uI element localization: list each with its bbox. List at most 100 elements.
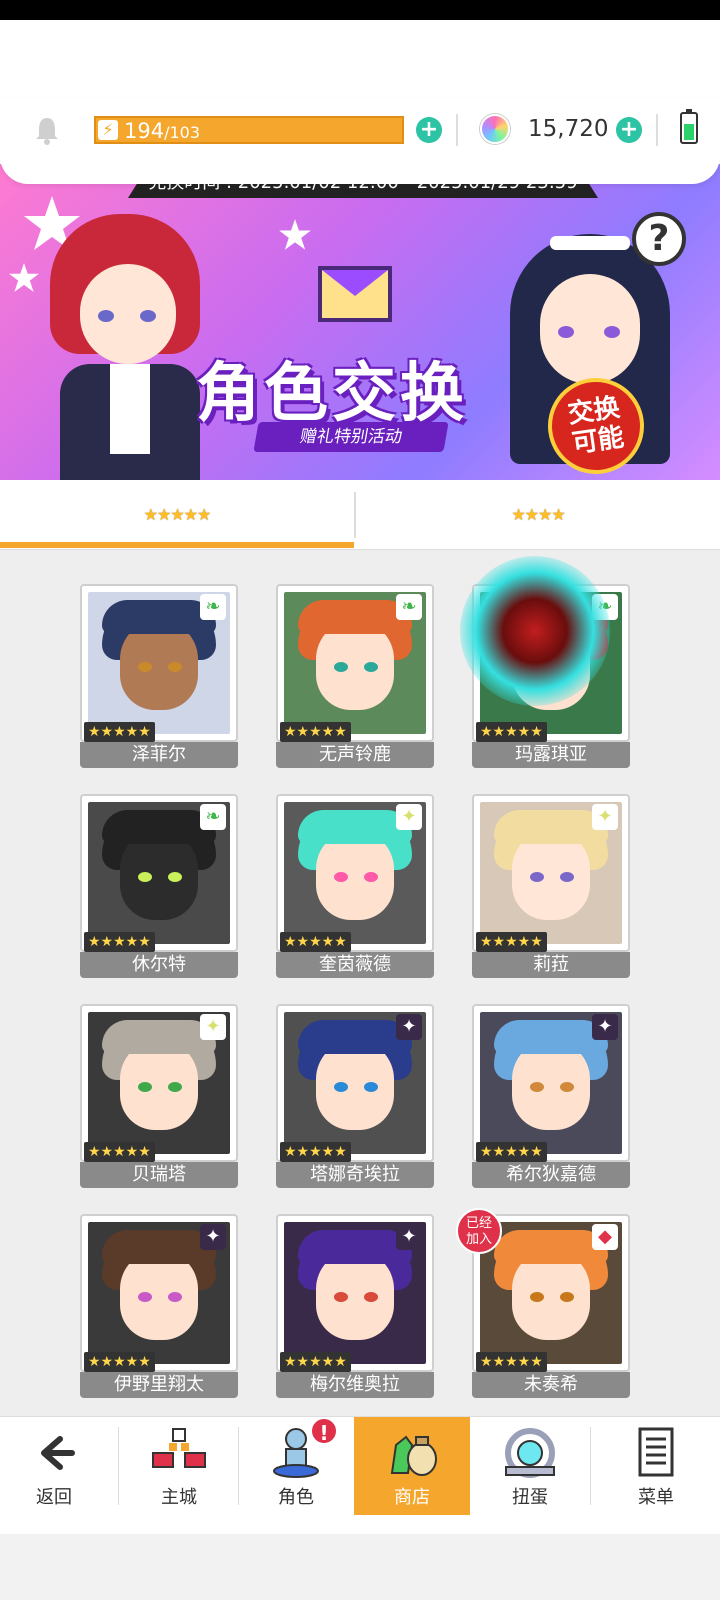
star-rating: ★★★★★ <box>84 932 155 952</box>
divider <box>456 114 458 146</box>
character-card[interactable]: ✦ ★★★★★ 莉菈 <box>472 794 630 978</box>
star-rating: ★★★★★ <box>84 722 155 742</box>
nav-label: 返回 <box>36 1487 72 1508</box>
star-rating: ★★★★★ <box>476 1142 547 1162</box>
nav-gacha[interactable]: 扭蛋 <box>472 1417 588 1515</box>
system-bar <box>0 1534 720 1600</box>
bottom-navigation: 返回 主城 ! 角色 商店 扭蛋 菜单 <box>0 1416 720 1534</box>
tab-5-star[interactable]: ★★★★★ <box>0 480 354 550</box>
envelope-icon <box>318 266 392 322</box>
gacha-icon <box>505 1428 555 1478</box>
divider <box>590 1427 591 1505</box>
character-name: 伊野里翔太 <box>80 1372 238 1398</box>
divider <box>238 1427 239 1505</box>
gem-icon <box>480 114 510 144</box>
rarity-icon: ❧ <box>396 594 422 620</box>
star-rating: ★★★★★ <box>280 722 351 742</box>
currency-amount: 15,720 <box>528 116 609 142</box>
app-screen: ⚡ 194/103 + 15,720 + ? 角色交换 赠礼特别活动 交换 可能… <box>0 20 720 1600</box>
energy-bar: ⚡ 194/103 <box>94 116 404 144</box>
rarity-icon: ✦ <box>396 1224 422 1250</box>
star-rating: ★★★★★ <box>84 1352 155 1372</box>
tab-4-star[interactable]: ★★★★ <box>356 480 720 550</box>
character-card[interactable]: ❧ ★★★★★ 泽菲尔 <box>80 584 238 768</box>
character-card[interactable]: ✦ ★★★★★ 贝瑞塔 <box>80 1004 238 1188</box>
character-name: 莉菈 <box>472 952 630 978</box>
character-name: 未奏希 <box>472 1372 630 1398</box>
star-rating: ★★★★★ <box>280 1352 351 1372</box>
rarity-icon: ✦ <box>200 1224 226 1250</box>
bell-icon[interactable] <box>34 116 60 146</box>
character-grid: ❧★★★★★泽菲尔❧★★★★★无声铃鹿❧★★★★★玛露琪亚❧★★★★★休尔特✦★… <box>0 550 720 1440</box>
help-button[interactable]: ? <box>632 212 686 266</box>
character-card[interactable]: ❧ ★★★★★ 无声铃鹿 <box>276 584 434 768</box>
rarity-icon: ❧ <box>200 804 226 830</box>
rarity-icon: ◆ <box>592 1224 618 1250</box>
rarity-icon: ✦ <box>200 1014 226 1040</box>
shop-icon <box>390 1435 437 1476</box>
star-rating: ★★★★★ <box>280 1142 351 1162</box>
rarity-icon: ✦ <box>396 1014 422 1040</box>
tab-selected-indicator <box>0 542 354 548</box>
character-name: 贝瑞塔 <box>80 1162 238 1188</box>
town-icon <box>152 1428 206 1468</box>
joined-badge: 已经 加入 <box>456 1208 502 1254</box>
resource-bar: ⚡ 194/103 + 15,720 + <box>0 98 720 184</box>
character-name: 希尔狄嘉德 <box>472 1162 630 1188</box>
banner-title: 角色交换 <box>196 357 468 431</box>
rarity-icon: ✦ <box>396 804 422 830</box>
banner-subtitle: 赠礼特别活动 <box>253 422 449 452</box>
star-rating: ★★★★★ <box>280 932 351 952</box>
nav-label: 商店 <box>394 1487 430 1508</box>
character-name: 玛露琪亚 <box>472 742 630 768</box>
tab-label: ★★★★★ <box>143 505 212 524</box>
character-card[interactable]: ✦ ★★★★★ 奎茵薇德 <box>276 794 434 978</box>
character-card[interactable]: ✦ ★★★★★ 伊野里翔太 <box>80 1214 238 1398</box>
lightning-icon: ⚡ <box>98 120 118 140</box>
character-card[interactable]: ❧ ★★★★★ 休尔特 <box>80 794 238 978</box>
character-card[interactable]: ✦ ★★★★★ 塔娜奇埃拉 <box>276 1004 434 1188</box>
rarity-icon: ✦ <box>592 804 618 830</box>
character-card[interactable]: ❧★★★★★玛露琪亚 <box>460 556 630 768</box>
divider <box>118 1427 119 1505</box>
nav-back[interactable]: 返回 <box>0 1417 108 1515</box>
character-name: 泽菲尔 <box>80 742 238 768</box>
nav-menu[interactable]: 菜单 <box>592 1417 720 1515</box>
star-rating: ★★★★★ <box>476 932 547 952</box>
energy-value: 194/103 <box>124 119 201 143</box>
star-decoration-icon <box>279 219 311 250</box>
character-name: 无声铃鹿 <box>276 742 434 768</box>
character-name: 梅尔维奥拉 <box>276 1372 434 1398</box>
battery-icon <box>680 109 698 144</box>
nav-town[interactable]: 主城 <box>120 1417 238 1515</box>
glowing-orb-effect <box>460 556 610 706</box>
character-card[interactable]: ✦ ★★★★★ 希尔狄嘉德 <box>472 1004 630 1188</box>
rarity-icon: ❧ <box>200 594 226 620</box>
rarity-tabs: ★★★★★ ★★★★ <box>0 480 720 550</box>
event-banner: 兑换时间 : 2025.01/02 12:00 - 2025.01/29 23:… <box>0 164 720 480</box>
nav-label: 扭蛋 <box>512 1487 548 1508</box>
tab-label: ★★★★ <box>511 505 565 524</box>
nav-label: 菜单 <box>638 1487 674 1508</box>
character-card[interactable]: ✦ ★★★★★ 梅尔维奥拉 <box>276 1214 434 1398</box>
star-rating: ★★★★★ <box>476 1352 547 1372</box>
back-arrow-icon <box>41 1436 75 1470</box>
menu-list-icon <box>638 1427 674 1477</box>
rarity-icon: ✦ <box>592 1014 618 1040</box>
nav-label: 角色 <box>278 1487 314 1508</box>
nav-characters[interactable]: ! 角色 <box>240 1417 352 1515</box>
divider <box>656 114 658 146</box>
add-currency-button[interactable]: + <box>616 117 642 143</box>
character-name: 塔娜奇埃拉 <box>276 1162 434 1188</box>
nav-label: 主城 <box>161 1487 197 1508</box>
character-name: 奎茵薇德 <box>276 952 434 978</box>
character-card[interactable]: ◆ ★★★★★ 未奏希 已经 加入 <box>456 1208 630 1398</box>
alert-badge: ! <box>310 1417 338 1445</box>
star-rating: ★★★★★ <box>476 722 547 742</box>
star-decoration-icon <box>9 263 39 292</box>
banner-character-left <box>40 214 220 480</box>
character-name: 休尔特 <box>80 952 238 978</box>
star-rating: ★★★★★ <box>84 1142 155 1162</box>
nav-shop[interactable]: 商店 <box>354 1417 470 1515</box>
add-energy-button[interactable]: + <box>416 117 442 143</box>
